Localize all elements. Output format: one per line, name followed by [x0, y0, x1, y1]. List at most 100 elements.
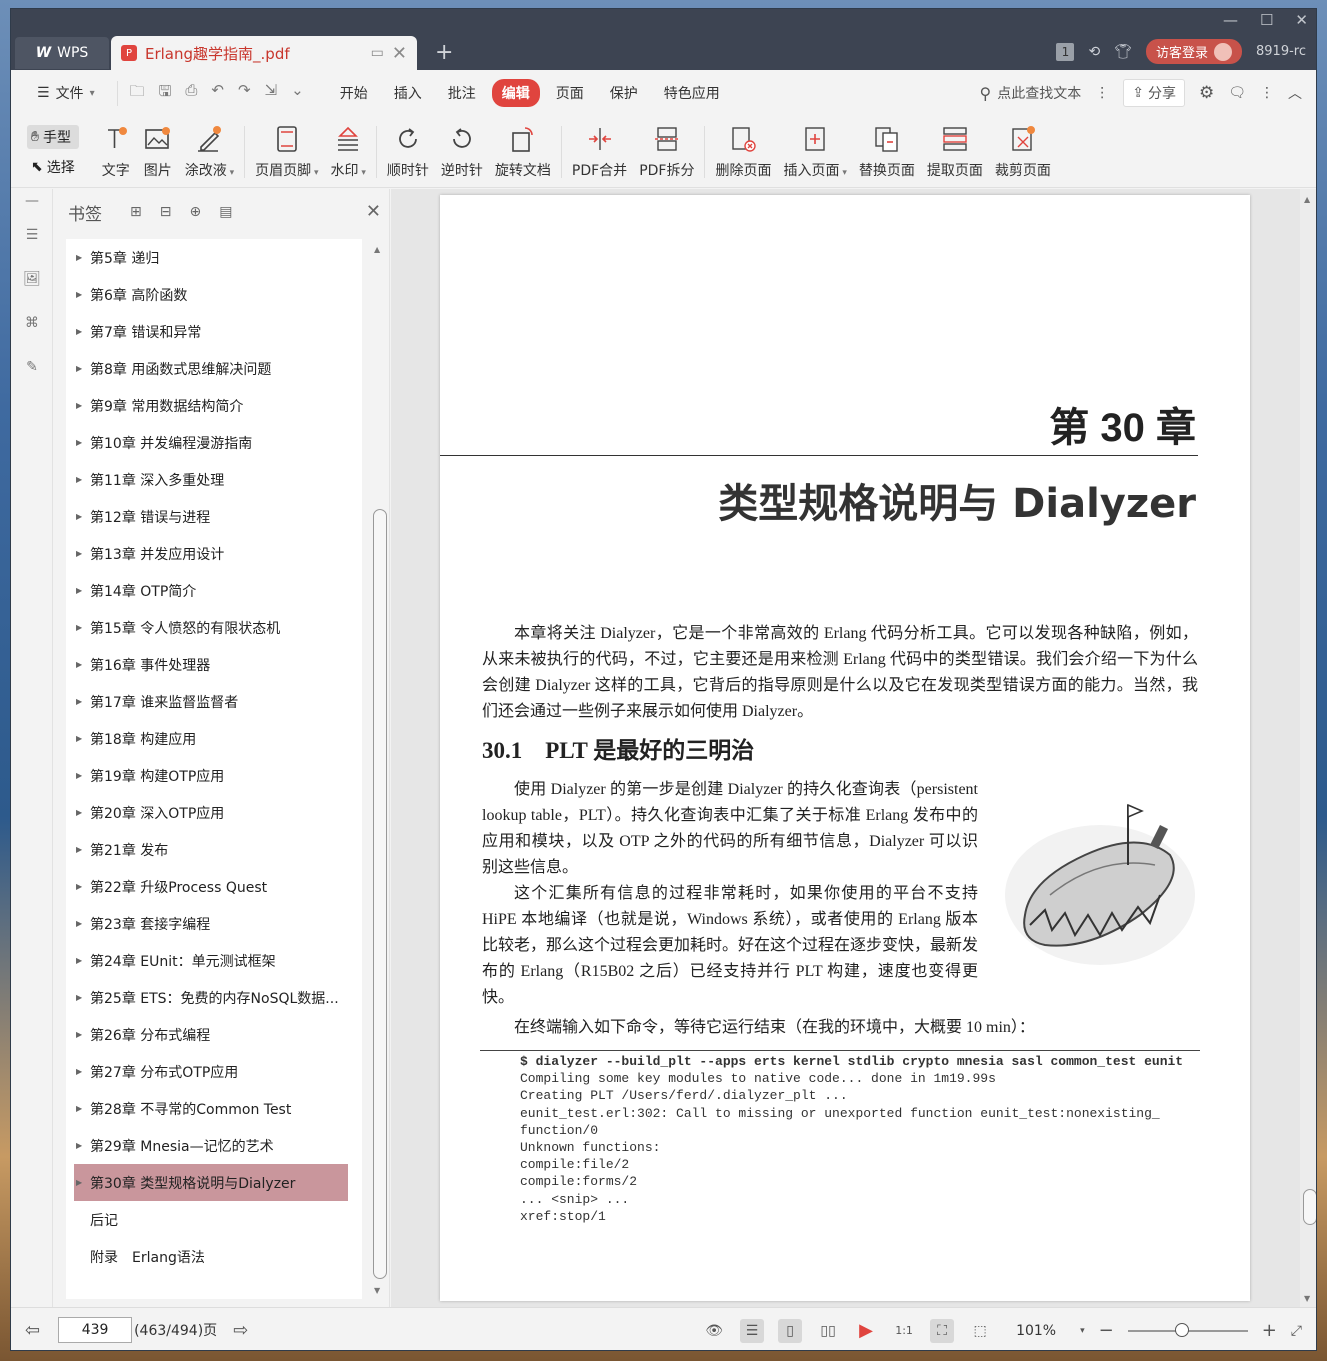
zoom-dropdown-icon[interactable]: ▾ [1080, 1326, 1085, 1336]
actual-size-icon[interactable]: 1:1 [892, 1319, 916, 1343]
scrollbar-thumb[interactable] [1303, 1189, 1316, 1225]
hand-mode-button[interactable]: ✋︎ 手型 [27, 124, 79, 149]
close-window-icon[interactable]: ✕ [1295, 11, 1308, 29]
expand-arrow-icon[interactable]: ▶ [76, 438, 90, 447]
two-page-icon[interactable]: ▯▯ [816, 1319, 840, 1343]
bookmark-item[interactable]: ▶ 第9章 常用数据结构简介 [66, 387, 362, 424]
scroll-down-icon[interactable]: ▼ [374, 1286, 380, 1295]
bookmark-item[interactable]: ▶ 第13章 并发应用设计 [66, 535, 362, 572]
guest-login-button[interactable]: 访客登录 [1146, 39, 1243, 64]
expand-arrow-icon[interactable]: ▶ [76, 623, 90, 632]
bookmark-item[interactable]: ▶ 第12章 错误与进程 [66, 498, 362, 535]
redo-icon[interactable]: ↷ [238, 81, 251, 106]
bookmark-item[interactable]: ▶ 第17章 谁来监督监督者 [66, 683, 362, 720]
bookmark-scrollbar[interactable]: ▲ ▼ [371, 239, 387, 1299]
bookmark-item[interactable]: 附录 Erlang语法 [66, 1238, 362, 1275]
pdf-split-tool[interactable]: PDF拆分 [639, 121, 694, 183]
zoom-slider[interactable] [1127, 1322, 1248, 1337]
correction-fluid-tool[interactable]: 涂改液 ▾ [185, 121, 234, 183]
delete-page-tool[interactable]: 删除页面 [715, 121, 771, 183]
open-folder-icon[interactable]: 🗀 [130, 81, 145, 106]
expand-arrow-icon[interactable]: ▶ [76, 993, 90, 1002]
insert-page-tool[interactable]: 插入页面 ▾ [783, 121, 847, 183]
bookmark-item[interactable]: ▶ 第23章 套接字编程 [66, 905, 362, 942]
scrollbar-thumb[interactable] [373, 509, 387, 1279]
undo-icon[interactable]: ↶ [211, 81, 224, 106]
bookmark-item[interactable]: ▶ 第22章 升级Process Quest [66, 868, 362, 905]
expand-arrow-icon[interactable]: ▶ [76, 919, 90, 928]
zoom-slider-knob[interactable] [1174, 1322, 1189, 1337]
outline-icon[interactable]: ☰ [11, 213, 53, 257]
expand-arrow-icon[interactable]: ▶ [76, 1141, 90, 1150]
menu-page[interactable]: 页面 [546, 79, 594, 107]
bookmark-item[interactable]: 后记 [66, 1201, 362, 1238]
bookmark-item[interactable]: ▶ 第8章 用函数式思维解决问题 [66, 350, 362, 387]
expand-arrow-icon[interactable]: ▶ [76, 1067, 90, 1076]
collapse-ribbon-icon[interactable]: ︿ [1288, 83, 1302, 103]
bookmark-item[interactable]: ▶ 第5章 递归 [66, 239, 362, 276]
rotate-document-tool[interactable]: 旋转文档 [495, 121, 551, 183]
bookmark-item[interactable]: ▶ 第20章 深入OTP应用 [66, 794, 362, 831]
watermark-tool[interactable]: 水印 ▾ [331, 121, 366, 183]
document-tab[interactable]: P Erlang趣学指南_.pdf ▭ ✕ [111, 36, 417, 70]
menu-insert[interactable]: 插入 [384, 79, 432, 107]
expand-arrow-icon[interactable]: ▶ [76, 327, 90, 336]
expand-arrow-icon[interactable]: ▶ [76, 845, 90, 854]
more-quick-icon[interactable]: ⌄ [291, 81, 304, 106]
window-count-badge[interactable]: 1 [1056, 42, 1075, 61]
single-page-icon[interactable]: ▯ [778, 1318, 803, 1343]
image-tool[interactable]: 图片 [143, 121, 173, 183]
expand-arrow-icon[interactable]: ▶ [76, 475, 90, 484]
expand-arrow-icon[interactable]: ▶ [76, 290, 90, 299]
bookmark-item[interactable]: ▶ 第16章 事件处理器 [66, 646, 362, 683]
zoom-out-icon[interactable]: − [1099, 1320, 1114, 1341]
rotate-clockwise-tool[interactable]: 顺时针 [387, 121, 429, 183]
bookmark-item-selected[interactable]: ▶ 第30章 类型规格说明与Dialyzer [74, 1164, 348, 1201]
fit-width-icon[interactable]: ⬚ [968, 1319, 992, 1343]
bookmark-item[interactable]: ▶ 第18章 构建应用 [66, 720, 362, 757]
expand-arrow-icon[interactable]: ▶ [76, 364, 90, 373]
signature-icon[interactable]: ✎ [11, 345, 53, 389]
menu-edit[interactable]: 编辑 [491, 79, 540, 107]
fullscreen-icon[interactable]: ⤢ [1291, 1323, 1302, 1339]
bookmark-item[interactable]: ▶ 第24章 EUnit：单元测试框架 [66, 942, 362, 979]
wps-home-tab[interactable]: W WPS [15, 37, 109, 69]
expand-arrow-icon[interactable]: ▶ [76, 549, 90, 558]
attachment-tag-icon[interactable]: ⌘ [11, 301, 53, 345]
more-vert-icon[interactable]: ⋮ [1260, 85, 1274, 101]
expand-arrow-icon[interactable]: ▶ [76, 660, 90, 669]
menu-special[interactable]: 特色应用 [654, 79, 730, 107]
menu-protect[interactable]: 保护 [600, 79, 648, 107]
play-slideshow-icon[interactable]: ▶ [854, 1319, 878, 1343]
bookmark-item[interactable]: ▶ 第28章 不寻常的Common Test [66, 1090, 362, 1127]
continuous-view-icon[interactable]: ☰ [740, 1318, 765, 1343]
close-panel-icon[interactable]: ✕ [366, 201, 381, 222]
bookmark-item[interactable]: ▶ 第6章 高阶函数 [66, 276, 362, 313]
expand-arrow-icon[interactable]: ▶ [76, 697, 90, 706]
header-footer-tool[interactable]: 页眉页脚 ▾ [255, 121, 319, 183]
expand-arrow-icon[interactable]: ▶ [76, 1104, 90, 1113]
crop-page-tool[interactable]: 裁剪页面 [995, 121, 1051, 183]
maximize-icon[interactable]: ☐ [1260, 11, 1273, 29]
menu-annotate[interactable]: 批注 [438, 79, 486, 107]
file-menu[interactable]: ☰ 文件 ▾ [27, 79, 105, 107]
bookmark-item[interactable]: ▶ 第19章 构建OTP应用 [66, 757, 362, 794]
collapse-all-icon[interactable]: ⊟ [160, 204, 172, 220]
minimize-icon[interactable]: — [1223, 11, 1238, 29]
expand-arrow-icon[interactable]: ▶ [76, 253, 90, 262]
rotate-counterclockwise-tool[interactable]: 逆时针 [441, 121, 483, 183]
expand-arrow-icon[interactable]: ▶ [76, 512, 90, 521]
document-viewport[interactable]: 第 30 章 类型规格说明与 Dialyzer 本章将关注 Dialyzer，它… [391, 189, 1316, 1307]
page-number-input[interactable]: 439 [58, 1317, 133, 1343]
bookmark-item[interactable]: ▶ 第7章 错误和异常 [66, 313, 362, 350]
replace-page-tool[interactable]: 替换页面 [859, 121, 915, 183]
add-bookmark-icon[interactable]: ⊕ [189, 204, 201, 220]
bookmark-item[interactable]: ▶ 第25章 ETS：免费的内存NoSQL数据... [66, 979, 362, 1016]
search-text-button[interactable]: ⚲ 点此查找文本 [980, 83, 1082, 103]
extract-page-tool[interactable]: 提取页面 [927, 121, 983, 183]
bookmark-item[interactable]: ▶ 第29章 Mnesia—记忆的艺术 [66, 1127, 362, 1164]
settings-gear-icon[interactable]: ⚙ [1199, 83, 1214, 103]
prev-page-icon[interactable]: ⇦ [25, 1320, 40, 1341]
bookmark-item[interactable]: ▶ 第21章 发布 [66, 831, 362, 868]
pdf-merge-tool[interactable]: PDF合并 [572, 121, 627, 183]
